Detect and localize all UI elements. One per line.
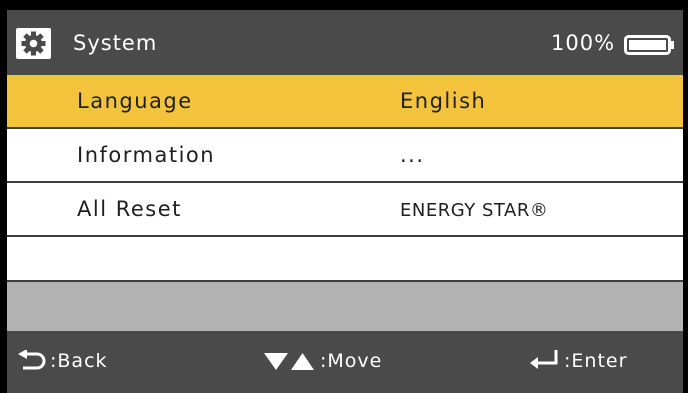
- menu-row-value: ENERGY STAR®: [400, 200, 549, 221]
- up-down-triangles-icon: [264, 353, 314, 370]
- menu-row-label: Information: [77, 143, 216, 167]
- back-arrow-icon: [18, 350, 46, 370]
- enter-hint-label: :Enter: [564, 350, 628, 372]
- gear-icon: [16, 28, 51, 59]
- enter-return-icon: [530, 350, 558, 369]
- menu-row-information[interactable]: Information ...: [7, 129, 683, 183]
- move-hint-label: :Move: [320, 350, 383, 372]
- menu-row-value: English: [400, 89, 487, 113]
- battery-icon: [624, 35, 674, 55]
- back-hint-label: :Back: [50, 350, 108, 372]
- menu-row-all-reset[interactable]: All Reset ENERGY STAR®: [7, 183, 683, 237]
- menu-row-empty: [7, 237, 683, 282]
- menu-row-value: ...: [400, 143, 425, 167]
- menu-row-label: All Reset: [77, 197, 182, 221]
- screen-content: System 100% Language English Information…: [7, 10, 683, 393]
- footer-hints: :Back :Move :Enter: [7, 331, 683, 393]
- menu-row-label: Language: [77, 89, 193, 113]
- menu-row-language[interactable]: Language English: [7, 75, 683, 129]
- device-screen: System 100% Language English Information…: [0, 0, 688, 393]
- empty-band: [7, 282, 683, 331]
- page-title: System: [73, 31, 158, 55]
- header-bar: System 100%: [7, 10, 683, 75]
- battery-percentage: 100%: [551, 31, 616, 55]
